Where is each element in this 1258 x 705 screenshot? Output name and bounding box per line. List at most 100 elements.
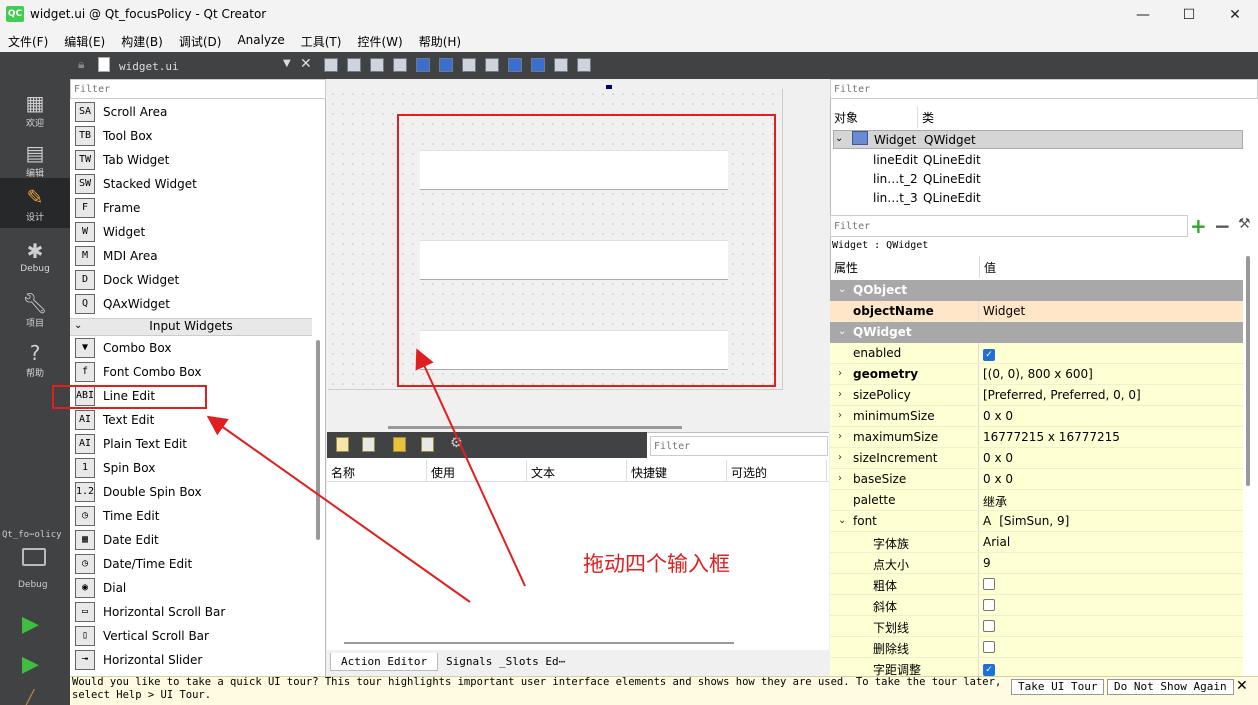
- widget-box-item[interactable]: ◉ Dial: [72, 576, 312, 600]
- checkbox[interactable]: ✓: [983, 664, 995, 676]
- property-value[interactable]: Arial: [979, 532, 1243, 552]
- checkbox[interactable]: ✓: [983, 349, 995, 361]
- layout-vertical-icon[interactable]: [439, 58, 453, 72]
- widget-box-item[interactable]: AI Text Edit: [72, 408, 312, 432]
- widget-box-item[interactable]: AI Plain Text Edit: [72, 432, 312, 456]
- edit-signals-icon[interactable]: [347, 58, 361, 72]
- category-input-widgets[interactable]: Input Widgets: [70, 318, 312, 336]
- paste-action-icon[interactable]: [393, 437, 406, 452]
- widget-box-item[interactable]: ▭ Horizontal Scroll Bar: [72, 600, 312, 624]
- monitor-icon[interactable]: [22, 548, 46, 566]
- break-layout-icon[interactable]: [554, 58, 568, 72]
- tree-row[interactable]: lineEdit QLineEdit: [833, 150, 1243, 169]
- widget-box-item[interactable]: ◷ Date/Time Edit: [72, 552, 312, 576]
- tree-row[interactable]: lin…t_3 QLineEdit: [833, 188, 1243, 207]
- property-value[interactable]: 0 x 0: [979, 406, 1243, 426]
- column-header[interactable]: 名称: [327, 460, 427, 481]
- menu-file[interactable]: 文件(F): [0, 30, 56, 52]
- menu-analyze[interactable]: Analyze: [229, 30, 292, 52]
- chevron-right-icon[interactable]: ›: [838, 431, 842, 442]
- checkbox[interactable]: [983, 641, 995, 653]
- property-row[interactable]: 点大小 9: [830, 553, 1243, 574]
- column-header[interactable]: 文本: [527, 460, 627, 481]
- mode-welcome[interactable]: ▦ 欢迎: [0, 84, 70, 134]
- checkbox[interactable]: [983, 620, 995, 632]
- copy-action-icon[interactable]: [362, 437, 375, 452]
- wrench-icon[interactable]: ⚒︎: [1238, 216, 1251, 232]
- tree-row[interactable]: lin…t_2 QLineEdit: [833, 169, 1243, 188]
- configure-icon[interactable]: ⚙︎: [450, 435, 463, 451]
- menu-debug[interactable]: 调试(D): [171, 30, 230, 52]
- tab-signals-slots[interactable]: Signals _Slots Ed⋯: [436, 653, 575, 670]
- chevron-down-icon[interactable]: ▼: [283, 58, 291, 69]
- widget-box-item[interactable]: ◷ Time Edit: [72, 504, 312, 528]
- widget-box-item[interactable]: F Frame: [72, 196, 312, 220]
- debug-run-icon[interactable]: ▶: [22, 652, 46, 677]
- property-row[interactable]: › maximumSize 16777215 x 16777215: [830, 427, 1243, 448]
- chevron-down-icon[interactable]: ⌄: [835, 133, 843, 144]
- widget-box-scrollbar[interactable]: [316, 340, 320, 540]
- property-value[interactable]: [(0, 0), 800 x 600]: [979, 364, 1243, 384]
- chevron-right-icon[interactable]: ›: [838, 410, 842, 421]
- widget-box-item[interactable]: 1.2 Double Spin Box: [72, 480, 312, 504]
- menu-build[interactable]: 构建(B): [113, 30, 171, 52]
- property-value[interactable]: 继承: [979, 490, 1243, 510]
- close-icon[interactable]: ✕: [1212, 0, 1258, 30]
- mode-help[interactable]: ? 帮助: [0, 334, 70, 384]
- property-value[interactable]: 16777215 x 16777215: [979, 427, 1243, 447]
- property-row[interactable]: › baseSize 0 x 0: [830, 469, 1243, 490]
- mode-design[interactable]: ✎ 设计: [0, 178, 70, 228]
- take-ui-tour-button[interactable]: Take UI Tour: [1011, 679, 1105, 695]
- column-header[interactable]: 快捷键: [627, 460, 727, 481]
- property-value[interactable]: ✓: [979, 658, 1243, 678]
- checkbox[interactable]: [983, 599, 995, 611]
- checkbox[interactable]: [983, 578, 995, 590]
- property-row[interactable]: 下划线: [830, 616, 1243, 637]
- property-value[interactable]: 0 x 0: [979, 448, 1243, 468]
- chevron-right-icon[interactable]: ›: [838, 389, 842, 400]
- property-value[interactable]: ✓: [979, 343, 1243, 363]
- menu-controls[interactable]: 控件(W): [349, 30, 410, 52]
- property-value[interactable]: [979, 616, 1243, 636]
- property-row[interactable]: ⌄ font A [SimSun, 9]: [830, 511, 1243, 532]
- widget-box-item[interactable]: ╼ Horizontal Slider: [72, 648, 312, 672]
- new-action-icon[interactable]: [336, 437, 349, 452]
- edit-tab-order-icon[interactable]: [393, 58, 407, 72]
- property-row[interactable]: 字体族 Arial: [830, 532, 1243, 553]
- action-editor-filter-input[interactable]: [650, 436, 828, 456]
- open-file-name[interactable]: widget.ui: [119, 60, 179, 73]
- layout-horizontal-icon[interactable]: [416, 58, 430, 72]
- property-editor-filter-input[interactable]: [830, 215, 1188, 237]
- menu-edit[interactable]: 编辑(E): [56, 30, 113, 52]
- widget-box-item[interactable]: ▼ Combo Box: [72, 336, 312, 360]
- property-row[interactable]: objectName Widget: [830, 301, 1243, 322]
- property-section[interactable]: ⌄ QWidget: [830, 322, 1243, 343]
- chevron-right-icon[interactable]: ›: [838, 473, 842, 484]
- widget-box-item[interactable]: ▯ Vertical Scroll Bar: [72, 624, 312, 648]
- tab-action-editor[interactable]: Action Editor: [330, 653, 439, 671]
- action-editor-scrollbar[interactable]: [344, 642, 734, 644]
- property-row[interactable]: palette 继承: [830, 490, 1243, 511]
- property-row[interactable]: 删除线: [830, 637, 1243, 658]
- property-value[interactable]: A [SimSun, 9]: [979, 511, 1243, 531]
- canvas-horizontal-scrollbar[interactable]: [388, 426, 682, 429]
- property-row[interactable]: › geometry [(0, 0), 800 x 600]: [830, 364, 1243, 385]
- edit-widgets-icon[interactable]: [324, 58, 338, 72]
- delete-action-icon[interactable]: [421, 437, 434, 452]
- property-section[interactable]: ⌄ QObject: [830, 280, 1243, 301]
- chevron-down-icon[interactable]: ⌄: [838, 326, 846, 337]
- chevron-right-icon[interactable]: ›: [838, 368, 842, 379]
- widget-box-item[interactable]: TB Tool Box: [72, 124, 312, 148]
- property-value[interactable]: 0 x 0: [979, 469, 1243, 489]
- widget-box-item[interactable]: D Dock Widget: [72, 268, 312, 292]
- property-row[interactable]: 粗体: [830, 574, 1243, 595]
- property-value[interactable]: [979, 637, 1243, 657]
- widget-box-item[interactable]: W Widget: [72, 220, 312, 244]
- property-value[interactable]: [Preferred, Preferred, 0, 0]: [979, 385, 1243, 405]
- property-row[interactable]: › sizePolicy [Preferred, Preferred, 0, 0]: [830, 385, 1243, 406]
- mode-projects[interactable]: 🔧︎ 项目: [0, 284, 70, 334]
- column-header[interactable]: 可选的: [727, 460, 827, 481]
- close-document-icon[interactable]: ✕: [300, 56, 312, 72]
- object-inspector-filter-input[interactable]: [830, 79, 1258, 99]
- do-not-show-again-button[interactable]: Do Not Show Again: [1107, 679, 1234, 695]
